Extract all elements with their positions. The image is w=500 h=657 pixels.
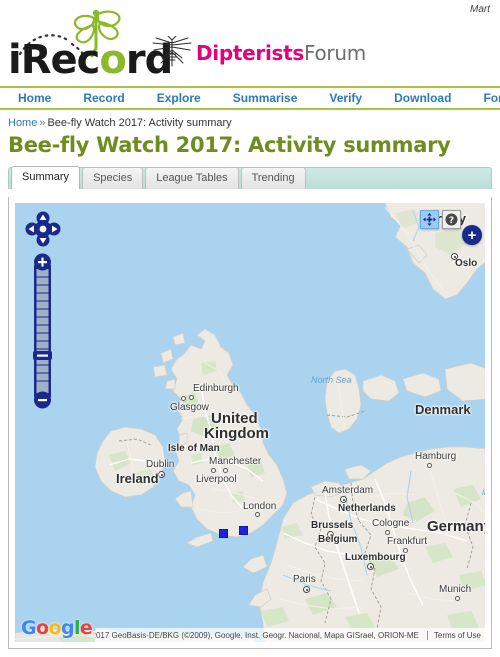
map-attribution-bar: Map data ©2017 GeoBasis-DE/BKG (©2009), … — [95, 628, 485, 642]
record-marker[interactable] — [219, 529, 228, 538]
google-logo-letter-o2: o — [48, 617, 61, 639]
main-navigation: Home Record Explore Summarise Verify Dow… — [0, 86, 500, 110]
map-add-record-button[interactable]: + — [462, 225, 482, 245]
tab-league-tables[interactable]: League Tables — [145, 167, 239, 189]
nav-item-forum[interactable]: Forum — [483, 91, 500, 105]
mosquito-icon — [152, 36, 192, 67]
page-title: Bee-fly Watch 2017: Activity summary — [8, 133, 451, 157]
google-logo: Google — [21, 617, 93, 639]
map-zoom-slider[interactable] — [32, 253, 53, 409]
nav-item-record[interactable]: Record — [83, 91, 124, 105]
tab-summary[interactable]: Summary — [11, 166, 81, 189]
irecord-logo[interactable]: iRecord — [6, 8, 173, 82]
tab-list: Summary Species League Tables Trending — [11, 166, 308, 189]
logo-area: iRecord — [6, 8, 173, 82]
nav-item-home[interactable]: Home — [18, 91, 51, 105]
nav-item-download[interactable]: Download — [394, 91, 451, 105]
site-header: Mart iRecord DipteristsForum — [0, 0, 500, 86]
map-basemap: .land { fill:#eceae3; stroke:#d2cfc6; st… — [15, 203, 485, 642]
breadcrumb-current: Bee-fly Watch 2017: Activity summary — [47, 117, 232, 129]
map-pan-control[interactable] — [25, 211, 61, 247]
record-marker[interactable] — [239, 526, 248, 535]
svg-text:?: ? — [449, 216, 454, 226]
nav-item-verify[interactable]: Verify — [329, 91, 362, 105]
dipterists-forum-logo[interactable]: DipteristsForum — [148, 36, 366, 70]
tab-bar: Summary Species League Tables Trending — [8, 165, 492, 189]
google-logo-letter-e: e — [79, 617, 93, 639]
pan-move-tool-button[interactable] — [420, 210, 439, 229]
google-logo-letter-o1: o — [36, 617, 49, 639]
dipterists-forum-wordmark: DipteristsForum — [196, 41, 366, 65]
breadcrumb: Home» Bee-fly Watch 2017: Activity summar… — [0, 110, 500, 131]
tab-species[interactable]: Species — [82, 167, 144, 189]
map-attribution-text: Map data ©2017 GeoBasis-DE/BKG (©2009), … — [95, 630, 419, 640]
nav-item-explore[interactable]: Explore — [157, 91, 201, 105]
move-arrows-icon — [423, 213, 436, 226]
nav-item-summarise[interactable]: Summarise — [233, 91, 298, 105]
breadcrumb-home-link[interactable]: Home — [8, 117, 37, 129]
tab-trending[interactable]: Trending — [240, 167, 306, 189]
activity-map[interactable]: .land { fill:#eceae3; stroke:#d2cfc6; st… — [15, 203, 485, 642]
map-tool-buttons: ? — [420, 210, 461, 229]
terms-of-use-link[interactable]: Terms of Use — [426, 630, 481, 640]
google-logo-letter-g: G — [21, 617, 37, 639]
logged-in-user-label: Mart — [470, 4, 490, 15]
map-help-button[interactable]: ? — [442, 210, 461, 229]
google-logo-letter-g2: g — [60, 617, 75, 639]
help-question-icon: ? — [445, 213, 458, 226]
summary-panel: .land { fill:#eceae3; stroke:#d2cfc6; st… — [8, 197, 492, 649]
breadcrumb-separator: » — [39, 117, 46, 129]
